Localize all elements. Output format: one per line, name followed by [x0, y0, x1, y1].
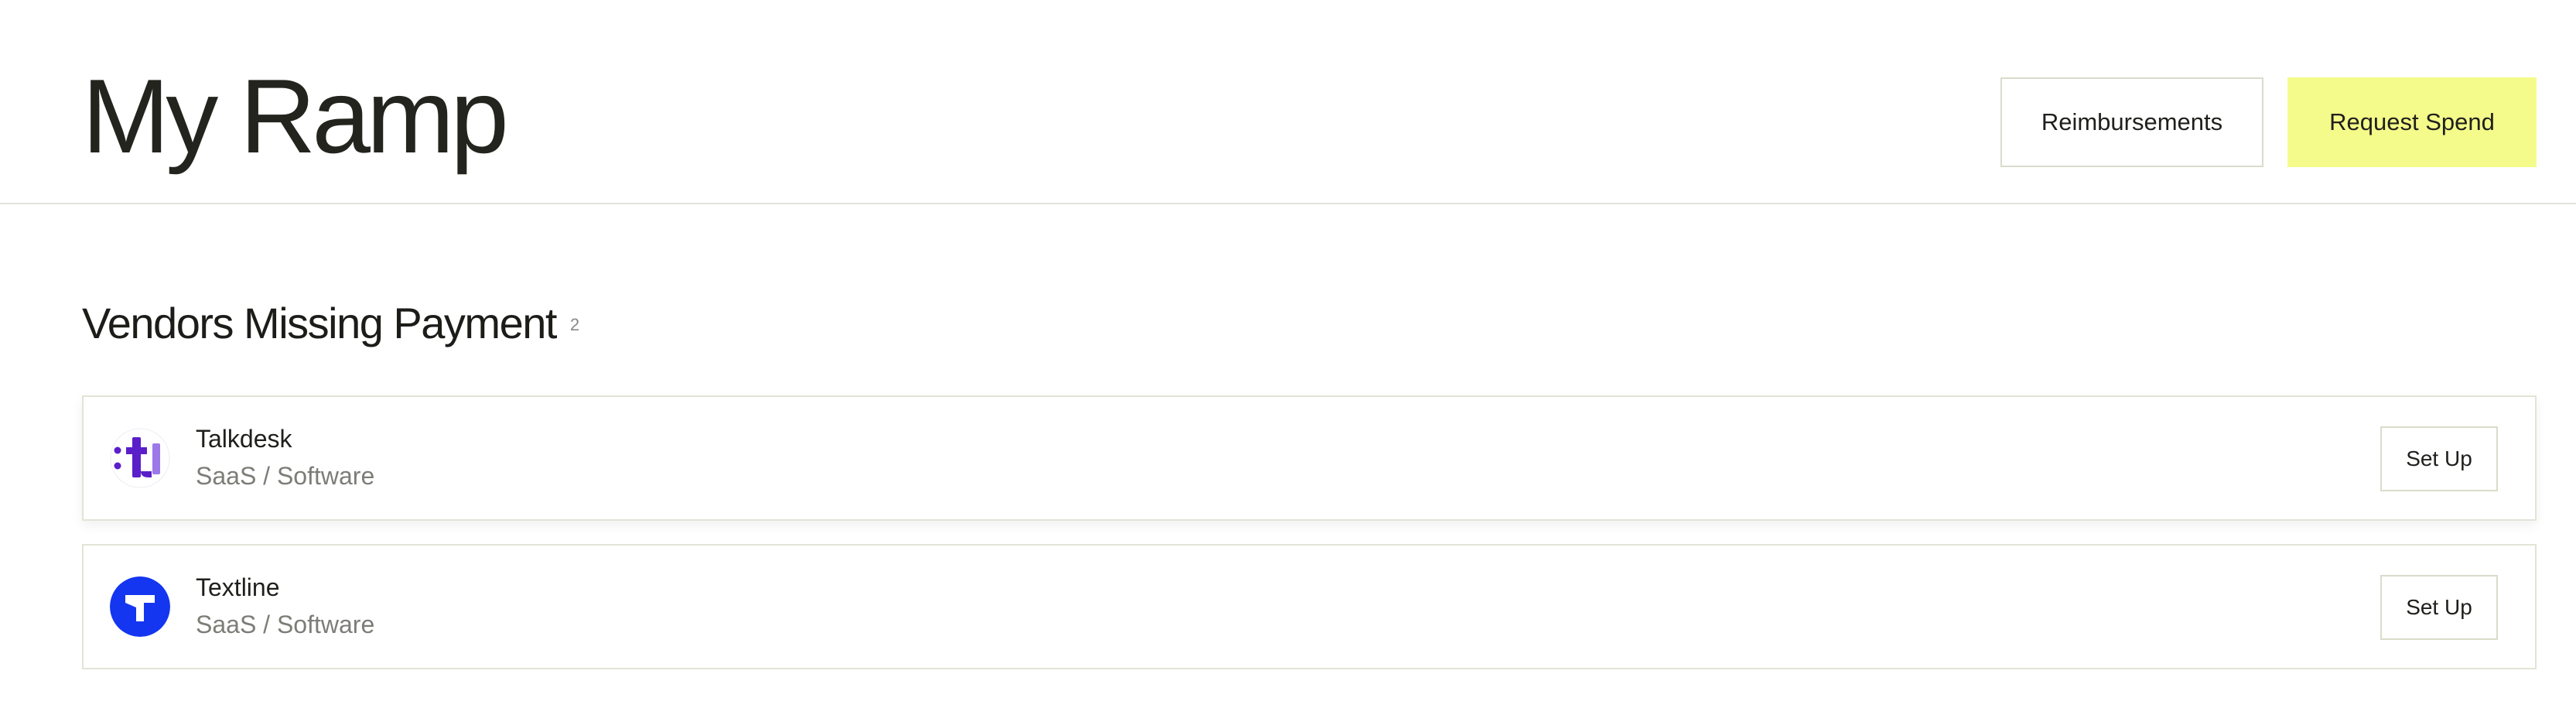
vendor-category: SaaS / Software	[196, 462, 375, 490]
page-header: My Ramp Reimbursements Request Spend	[0, 0, 2576, 204]
reimbursements-button[interactable]: Reimbursements	[2000, 77, 2263, 167]
vendor-name: Textline	[196, 573, 280, 601]
vendor-category: SaaS / Software	[196, 611, 375, 638]
textline-logo-icon	[110, 576, 170, 637]
vendor-name: Talkdesk	[196, 425, 292, 453]
setup-button[interactable]: Set Up	[2380, 426, 2498, 491]
vendor-card-talkdesk[interactable]: Talkdesk SaaS / Software Set Up	[82, 395, 2537, 521]
vendor-card-textline[interactable]: Textline SaaS / Software Set Up	[82, 544, 2537, 669]
page-title: My Ramp	[82, 57, 509, 175]
setup-button[interactable]: Set Up	[2380, 575, 2498, 640]
request-spend-button[interactable]: Request Spend	[2287, 77, 2537, 167]
section-title-text: Vendors Missing Payment	[82, 299, 557, 347]
talkdesk-logo-icon	[110, 428, 170, 488]
section-count-badge: 2	[569, 315, 580, 334]
section-title: Vendors Missing Payment 2	[82, 292, 579, 364]
